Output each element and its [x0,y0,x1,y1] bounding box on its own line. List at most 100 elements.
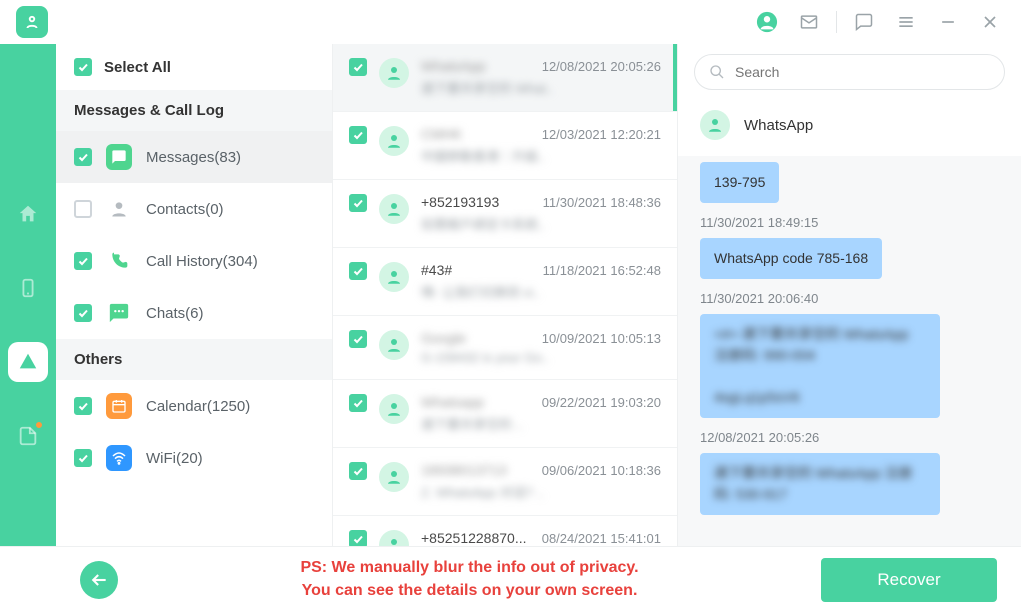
msg-checkbox[interactable] [349,58,367,76]
cat-chats-label: Chats(6) [146,305,204,322]
chat-bubble: 適下要共享空的 WhatsApp 注册码: 530-917 [700,453,940,515]
call-icon [106,248,132,274]
cat-messages-label: Messages(83) [146,149,241,166]
account-icon[interactable] [753,8,781,36]
back-button[interactable] [80,561,118,599]
message-list[interactable]: WhatsApp 12/08/2021 20:05:26 適下要共享空的 Wha… [333,44,677,546]
avatar [379,462,409,492]
msg-title: Google [421,330,466,346]
msg-title: +852193193 [421,194,499,210]
detail-body[interactable]: 139-79511/30/2021 18:49:15WhatsApp code … [678,156,1021,546]
detail-avatar [700,110,730,140]
section-messages-header: Messages & Call Log [56,90,332,131]
msg-date: 12/08/2021 20:05:26 [542,59,661,74]
nav-device[interactable] [8,268,48,308]
cat-call-checkbox[interactable] [74,252,92,270]
message-item[interactable]: Google 10/09/2021 10:05:13 G-158432 is y… [333,316,677,380]
cat-wifi-checkbox[interactable] [74,449,92,467]
cat-contacts-checkbox[interactable] [74,200,92,218]
app-logo [16,6,48,38]
msg-checkbox[interactable] [349,530,367,546]
msg-preview: Z. WhatsApp 对话? .. [421,482,661,501]
msg-checkbox[interactable] [349,262,367,280]
msg-checkbox[interactable] [349,462,367,480]
nav-export[interactable] [8,416,48,456]
feedback-icon[interactable] [850,8,878,36]
menu-icon[interactable] [892,8,920,36]
chat-timestamp: 11/30/2021 18:49:15 [700,215,999,230]
msg-preview: 適下要共享空的 What.. [421,78,661,97]
avatar [379,194,409,224]
section-others-header: Others [56,339,332,380]
chat-timestamp: 12/08/2021 20:05:26 [700,430,999,445]
cat-call-label: Call History(304) [146,253,258,270]
cat-calendar[interactable]: Calendar(1250) [56,380,332,432]
message-item[interactable]: +852193193 11/30/2021 18:48:36 如需帳戶綁定卡系統… [333,180,677,248]
msg-checkbox[interactable] [349,330,367,348]
search-box[interactable] [694,54,1005,90]
sidenav [0,44,56,546]
msg-title: Whatsapp [421,394,484,410]
cat-wifi[interactable]: WiFi(20) [56,432,332,484]
msg-date: 12/03/2021 12:20:21 [542,127,661,142]
msg-date: 10/09/2021 10:05:13 [542,331,661,346]
avatar [379,126,409,156]
chats-icon [106,300,132,326]
msg-date: 11/18/2021 16:52:48 [543,263,661,278]
avatar [379,58,409,88]
avatar [379,262,409,292]
chat-bubble: WhatsApp code 785-168 [700,238,882,279]
message-item[interactable]: 18938013713 09/06/2021 10:18:36 Z. Whats… [333,448,677,516]
msg-date: 08/24/2021 15:41:01 [542,531,661,546]
select-all-label: Select All [104,59,171,76]
avatar [379,330,409,360]
nav-home[interactable] [8,194,48,234]
msg-checkbox[interactable] [349,194,367,212]
message-item[interactable]: #43# 11/18/2021 16:52:48 咦- 让我们切换到 vi.. [333,248,677,316]
message-item[interactable]: WhatsApp 12/08/2021 20:05:26 適下要共享空的 Wha… [333,44,677,112]
msg-date: 09/22/2021 19:03:20 [542,395,661,410]
msg-date: 09/06/2021 10:18:36 [542,463,661,478]
titlebar [0,0,1021,44]
select-all-checkbox[interactable] [74,58,92,76]
msg-preview: 如需帳戶綁定卡系統.. [421,214,661,233]
cat-calendar-label: Calendar(1250) [146,398,250,415]
avatar [379,530,409,546]
category-pane: Select All Messages & Call Log Messages(… [56,44,333,546]
msg-preview: 中國移動香港｜升級.. [421,146,661,165]
msg-checkbox[interactable] [349,126,367,144]
calendar-icon [106,393,132,419]
main: Select All Messages & Call Log Messages(… [0,44,1021,546]
detail-pane: WhatsApp 139-79511/30/2021 18:49:15Whats… [678,44,1021,546]
message-list-pane: WhatsApp 12/08/2021 20:05:26 適下要共享空的 Wha… [333,44,678,546]
detail-name: WhatsApp [744,117,813,134]
contacts-icon [106,196,132,222]
msg-title: +85251228870... [421,530,527,546]
minimize-icon[interactable] [934,8,962,36]
message-item[interactable]: CMHK 12/03/2021 12:20:21 中國移動香港｜升級.. [333,112,677,180]
msg-checkbox[interactable] [349,394,367,412]
cat-contacts[interactable]: Contacts(0) [56,183,332,235]
cat-wifi-label: WiFi(20) [146,450,203,467]
cat-contacts-label: Contacts(0) [146,201,224,218]
mail-icon[interactable] [795,8,823,36]
select-all-row[interactable]: Select All [56,44,332,90]
cat-chats-checkbox[interactable] [74,304,92,322]
footer-note: PS: We manually blur the info out of pri… [118,557,821,602]
message-item[interactable]: +85251228870... 08/24/2021 15:41:01 [333,516,677,546]
search-input[interactable] [735,64,990,80]
detail-header: WhatsApp [678,100,1021,156]
cat-calendar-checkbox[interactable] [74,397,92,415]
nav-cloud[interactable] [8,342,48,382]
cat-call-history[interactable]: Call History(304) [56,235,332,287]
msg-title: CMHK [421,126,462,142]
messages-icon [106,144,132,170]
msg-preview: G-158432 is your Go.. [421,350,661,365]
cat-messages[interactable]: Messages(83) [56,131,332,183]
message-item[interactable]: Whatsapp 09/22/2021 19:03:20 適下要共享空的 .. [333,380,677,448]
recover-button[interactable]: Recover [821,558,997,602]
close-icon[interactable] [976,8,1004,36]
msg-title: #43# [421,262,452,278]
cat-chats[interactable]: Chats(6) [56,287,332,339]
cat-messages-checkbox[interactable] [74,148,92,166]
